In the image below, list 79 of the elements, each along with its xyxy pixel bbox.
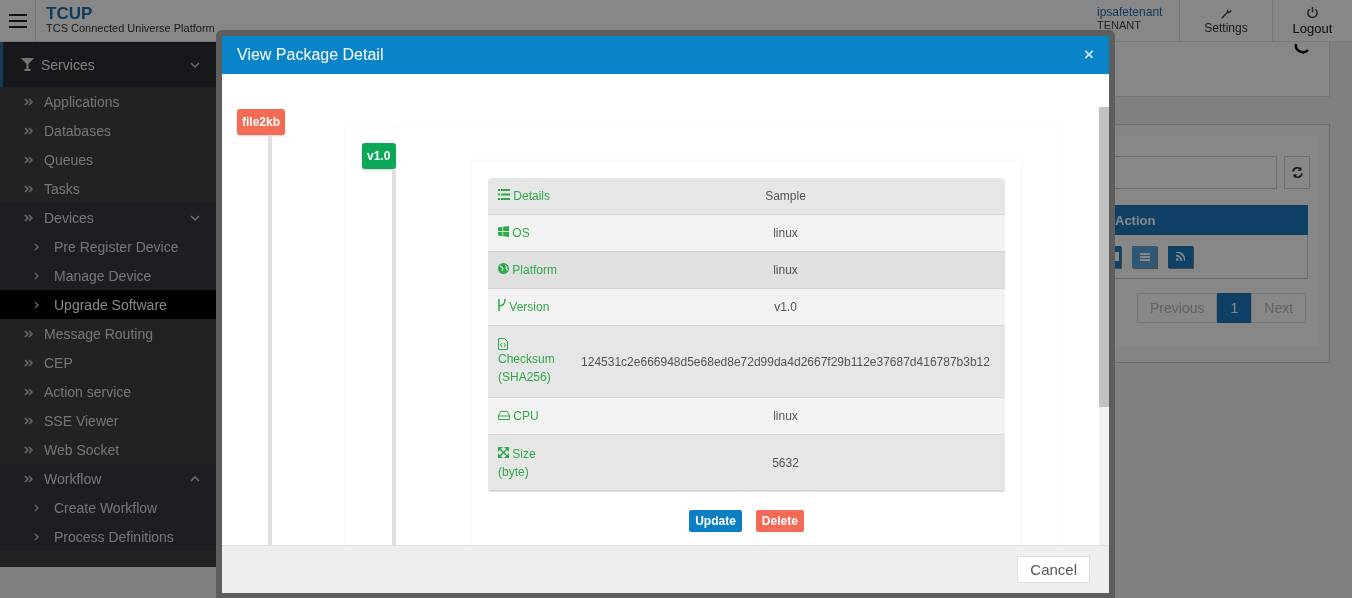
sidebar-item[interactable]: Web Socket [0,435,216,464]
user-role: TENANT [1097,19,1142,31]
code-file-icon [498,337,508,350]
sidebar-item[interactable]: Message Routing [0,319,216,348]
wrench-icon [1220,6,1232,19]
refresh-button[interactable] [1284,156,1310,189]
refresh-icon [1293,42,1311,56]
hard-drive-icon [498,411,510,420]
scrollbar[interactable] [1099,107,1109,545]
brand-logo-text: TCUP [46,5,94,22]
sidebar-subitem[interactable]: Upgrade Software [0,290,216,319]
sidebar-subitem[interactable]: Manage Device [0,261,216,290]
list-button[interactable] [1132,245,1157,268]
list-icon [498,189,510,200]
rss-button[interactable] [1168,245,1193,268]
double-chevron-icon [24,97,33,106]
chevron-right-icon [34,300,39,309]
user-name[interactable]: ipsafetenant [1097,5,1179,19]
double-chevron-icon [24,126,33,135]
double-chevron-icon [24,329,33,338]
double-chevron-icon [24,213,33,222]
settings-button[interactable]: Settings [1180,0,1273,41]
brand-subtitle: TCS Connected Universe Platform [46,22,215,34]
sidebar-subitem[interactable]: Process Definitions [0,522,216,551]
refresh-icon [1290,166,1304,179]
double-chevron-icon [24,387,33,396]
detail-label: Platform [498,261,564,279]
sidebar-item[interactable]: Devices [0,203,216,232]
double-chevron-icon [24,416,33,425]
cancel-button[interactable]: Cancel [1017,556,1090,583]
list-icon [1139,252,1150,261]
detail-value: linux [772,409,799,423]
double-chevron-icon [24,184,33,193]
detail-label: Details [498,187,564,205]
logout-button[interactable]: Logout [1273,0,1352,41]
detail-value: Sample [764,189,807,203]
sidebar-item[interactable]: Databases [0,116,216,145]
delete-button[interactable]: Delete [755,510,804,532]
detail-value: 5632 [771,455,800,470]
double-chevron-icon [24,358,33,367]
detail-label: Checksum (SHA256) [498,337,564,386]
branch-icon [498,299,506,311]
detail-value: v1.0 [773,300,798,314]
rss-icon [1176,252,1185,261]
version-tag: v1.0 [362,143,396,169]
sidebar-item[interactable]: SSE Viewer [0,406,216,435]
globe-icon [498,263,509,274]
sidebar-item[interactable]: Action service [0,377,216,406]
update-button[interactable]: Update [689,510,742,532]
double-chevron-icon [24,445,33,454]
sidebar-subitem[interactable]: Pre Register Device [0,232,216,261]
sidebar-item[interactable]: Tasks [0,174,216,203]
chevron-right-icon [34,242,39,251]
detail-label: Version [498,298,564,316]
close-button[interactable]: × [1084,45,1094,65]
detail-value: linux [772,263,799,277]
detail-label: Size (byte) [498,445,537,481]
detail-label: OS [498,224,564,242]
expand-arrows-icon [498,446,509,458]
double-chevron-icon [24,155,33,164]
chevron-right-icon [34,503,39,512]
detail-value: linux [772,226,799,240]
detail-value: 124531c2e666948d5e68ed8e72d99da4d2667f29b112e37687d416787b3b12 [580,354,991,369]
chevron-right-icon [34,532,39,541]
sidebar-item[interactable]: CEP [0,348,216,377]
funnel-icon [21,58,34,71]
sidebar-item[interactable]: Queues [0,145,216,174]
power-icon [1306,5,1319,19]
services-menu-item[interactable]: Services [0,42,216,87]
sidebar-item[interactable]: Workflow [0,464,216,493]
pagination-button[interactable]: 1 [1217,293,1252,323]
sidebar-subitem[interactable]: Create Workflow [0,493,216,522]
chevron-right-icon [34,271,39,280]
windows-icon [498,226,509,237]
modal-title: View Package Detail [237,46,384,64]
package-tag: file2kb [237,109,285,135]
detail-label: CPU [498,407,564,425]
double-chevron-icon [24,474,33,483]
sidebar-item[interactable]: Applications [0,87,216,116]
